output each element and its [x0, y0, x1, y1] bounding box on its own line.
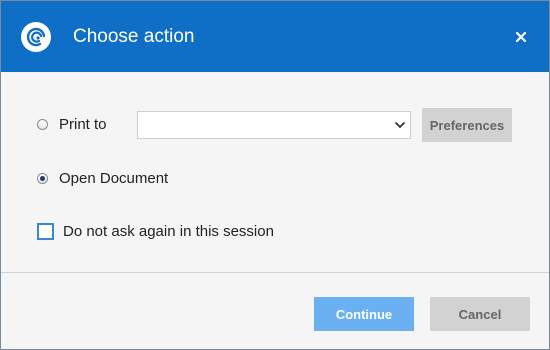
cancel-button[interactable]: Cancel	[430, 297, 530, 331]
chevron-down-icon	[394, 121, 406, 129]
dialog-titlebar: Choose action	[1, 1, 549, 72]
dont-ask-checkbox[interactable]	[37, 223, 54, 240]
close-icon	[515, 31, 527, 43]
open-document-label: Open Document	[59, 170, 169, 187]
print-to-radio[interactable]	[37, 119, 48, 130]
preferences-button[interactable]: Preferences	[422, 108, 512, 142]
dont-ask-label: Do not ask again in this session	[63, 223, 274, 240]
open-document-radio[interactable]	[37, 173, 48, 184]
printer-select[interactable]	[137, 111, 411, 139]
print-to-label: Print to	[59, 116, 107, 133]
app-logo-icon	[21, 22, 51, 52]
dialog-title: Choose action	[73, 26, 195, 47]
footer-divider	[1, 272, 549, 273]
close-button[interactable]	[510, 26, 532, 48]
continue-button[interactable]: Continue	[314, 297, 414, 331]
choose-action-dialog: Choose action Print to Preferences Open …	[0, 0, 550, 350]
